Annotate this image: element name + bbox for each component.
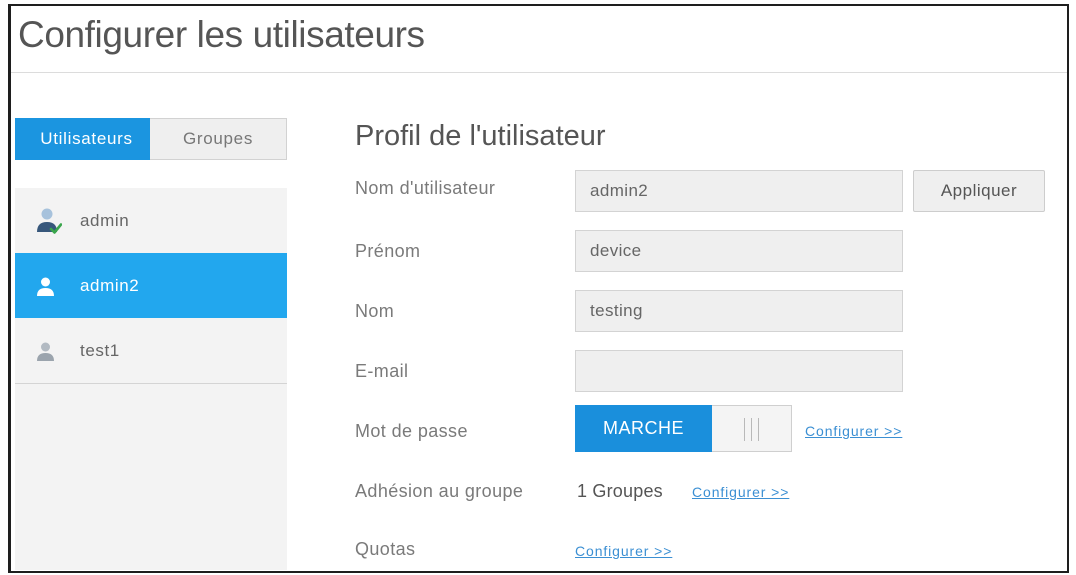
username-field[interactable]	[575, 170, 903, 212]
grip-line	[758, 418, 759, 441]
user-list-item-test1[interactable]: test1	[15, 318, 287, 383]
email-label: E-mail	[355, 361, 409, 381]
user-list-item-admin2[interactable]: admin2	[15, 253, 287, 318]
group-membership-label: Adhésion au groupe	[355, 481, 524, 501]
page-title: Configurer les utilisateurs	[18, 14, 425, 55]
user-name: admin2	[80, 276, 140, 295]
user-list: admin admin2 test1	[15, 188, 287, 570]
toggle-grip-icon	[744, 418, 759, 441]
last-name-field[interactable]	[575, 290, 903, 332]
group-count: 1 Groupes	[577, 481, 663, 501]
grip-line	[744, 418, 745, 441]
quotas-label: Quotas	[355, 539, 416, 559]
group-configure-link[interactable]: Configurer >>	[692, 482, 789, 502]
user-icon	[37, 342, 54, 361]
quotas-configure-link[interactable]: Configurer >>	[575, 541, 672, 561]
admin-user-icon	[36, 207, 62, 235]
toggle-on-label: MARCHE	[575, 405, 712, 452]
user-name: admin	[80, 211, 130, 230]
first-name-label: Prénom	[355, 241, 421, 261]
password-label: Mot de passe	[355, 421, 468, 441]
user-list-item-admin[interactable]: admin	[15, 188, 287, 253]
title-divider	[10, 72, 1067, 73]
user-name: test1	[80, 341, 120, 360]
tab-users[interactable]: Utilisateurs	[15, 118, 150, 160]
users-settings-page: Configurer les utilisateurs Utilisateurs…	[0, 0, 1076, 575]
list-divider	[15, 383, 287, 384]
username-label: Nom d'utilisateur	[355, 178, 496, 198]
profile-heading: Profil de l'utilisateur	[355, 120, 606, 152]
first-name-field[interactable]	[575, 230, 903, 272]
grip-line	[751, 418, 752, 441]
password-configure-link[interactable]: Configurer >>	[805, 421, 902, 441]
email-field[interactable]	[575, 350, 903, 392]
tab-groups[interactable]: Groupes	[150, 118, 287, 160]
user-icon	[37, 277, 54, 296]
apply-button[interactable]: Appliquer	[913, 170, 1045, 212]
password-toggle[interactable]: MARCHE	[575, 405, 792, 452]
last-name-label: Nom	[355, 301, 395, 321]
